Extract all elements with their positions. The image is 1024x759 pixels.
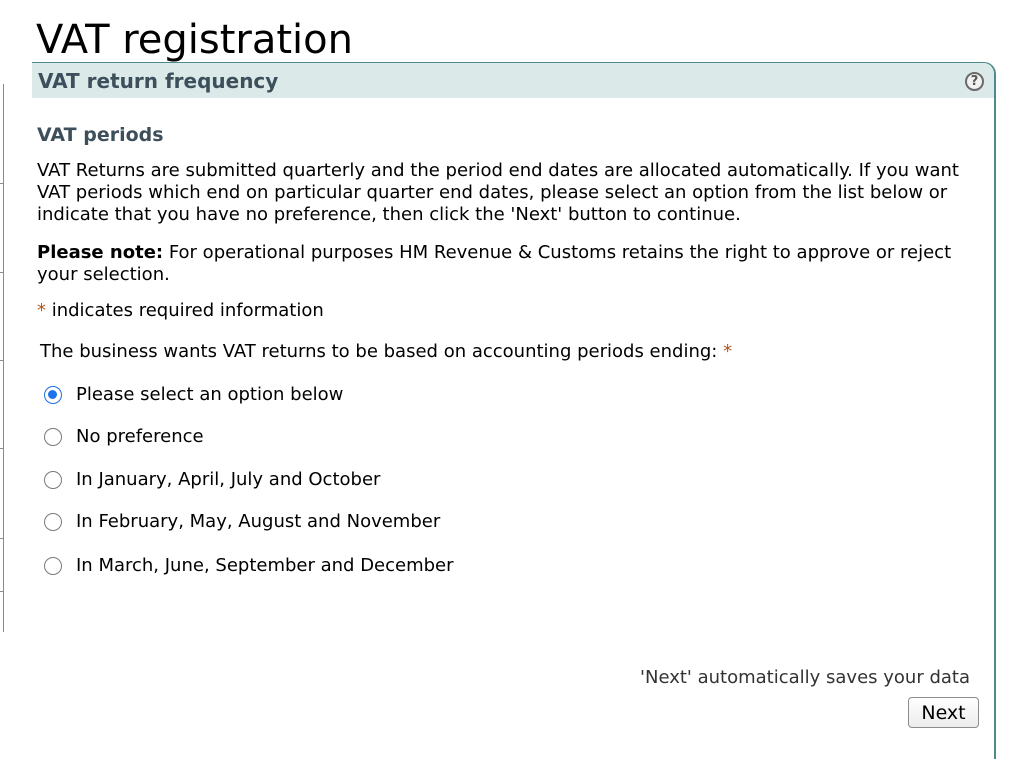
panel-header: VAT return frequency ? <box>32 63 994 98</box>
option-label: In February, May, August and November <box>76 511 441 532</box>
page-title: VAT registration <box>36 17 353 63</box>
option-please-select[interactable]: Please select an option below <box>44 383 343 407</box>
option-label: In March, June, September and December <box>76 555 454 576</box>
radio-button[interactable] <box>44 557 62 575</box>
note-text: For operational purposes HM Revenue & Cu… <box>37 242 952 285</box>
radio-button[interactable] <box>44 428 62 446</box>
left-nav-edge <box>0 84 4 632</box>
section-title: VAT periods <box>37 124 164 146</box>
option-no-preference[interactable]: No preference <box>44 425 204 449</box>
autosave-note: 'Next' automatically saves your data <box>640 667 970 688</box>
note-label: Please note: <box>37 242 164 263</box>
left-nav-divider <box>0 183 3 184</box>
option-mar-jun-sep-dec[interactable]: In March, June, September and December <box>44 554 454 578</box>
left-nav-divider <box>0 360 3 361</box>
question-mark-icon[interactable]: ? <box>965 72 984 91</box>
left-nav-divider <box>0 591 3 592</box>
required-marker: * <box>37 300 46 321</box>
radio-button[interactable] <box>44 513 62 531</box>
option-feb-may-aug-nov[interactable]: In February, May, August and November <box>44 510 440 534</box>
left-nav-divider <box>0 272 3 273</box>
radio-button[interactable] <box>44 471 62 489</box>
note-paragraph: Please note: For operational purposes HM… <box>37 242 997 286</box>
option-label: In January, April, July and October <box>76 469 381 490</box>
left-nav-divider <box>0 448 3 449</box>
next-button[interactable]: Next <box>908 697 979 728</box>
option-label: Please select an option below <box>76 384 344 405</box>
radio-button[interactable] <box>44 386 62 404</box>
panel-title: VAT return frequency <box>38 69 279 93</box>
frequency-question: The business wants VAT returns to be bas… <box>40 341 1000 363</box>
required-marker: * <box>723 341 733 362</box>
page: VAT registration VAT return frequency ? … <box>0 0 1024 759</box>
option-jan-apr-jul-oct[interactable]: In January, April, July and October <box>44 468 380 492</box>
required-info-text: indicates required information <box>46 300 324 321</box>
left-nav-divider <box>0 538 3 539</box>
option-label: No preference <box>76 426 204 447</box>
question-text: The business wants VAT returns to be bas… <box>40 341 724 362</box>
required-info-legend: * indicates required information <box>37 300 997 322</box>
intro-paragraph: VAT Returns are submitted quarterly and … <box>37 160 959 225</box>
